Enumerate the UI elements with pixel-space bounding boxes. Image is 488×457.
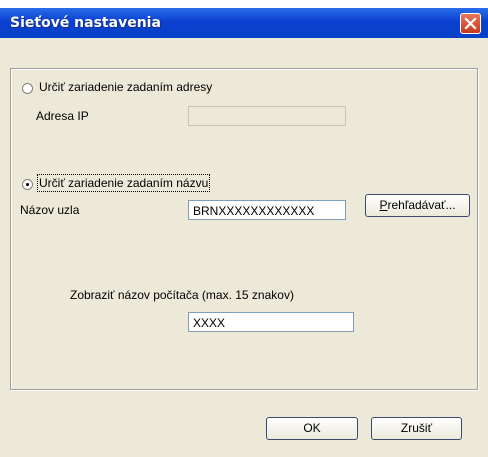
computer-name-label: Zobraziť názov počítača (max. 15 znakov): [70, 288, 294, 302]
node-name-input[interactable]: BRNXXXXXXXXXXXX: [188, 200, 346, 220]
ip-address-input[interactable]: [188, 106, 346, 126]
name-radio[interactable]: [22, 179, 33, 190]
network-settings-dialog: Sieťové nastavenia Určiť zariadenie zada…: [0, 8, 488, 457]
close-icon: [464, 17, 477, 30]
computer-name-input[interactable]: XXXX: [188, 312, 354, 332]
cancel-button[interactable]: Zrušiť: [371, 417, 462, 440]
ip-address-label: Adresa IP: [36, 109, 89, 123]
title-bar[interactable]: Sieťové nastavenia: [0, 8, 488, 38]
node-name-label: Názov uzla: [20, 203, 80, 217]
address-radio-label[interactable]: Určiť zariadenie zadaním adresy: [39, 80, 212, 94]
window-title: Sieťové nastavenia: [10, 15, 161, 31]
address-radio[interactable]: [22, 83, 33, 94]
ok-button[interactable]: OK: [266, 417, 358, 440]
name-radio-label[interactable]: Určiť zariadenie zadaním názvu: [36, 174, 211, 192]
browse-button[interactable]: Prehľadávať...: [365, 194, 470, 217]
close-button[interactable]: [460, 13, 481, 34]
